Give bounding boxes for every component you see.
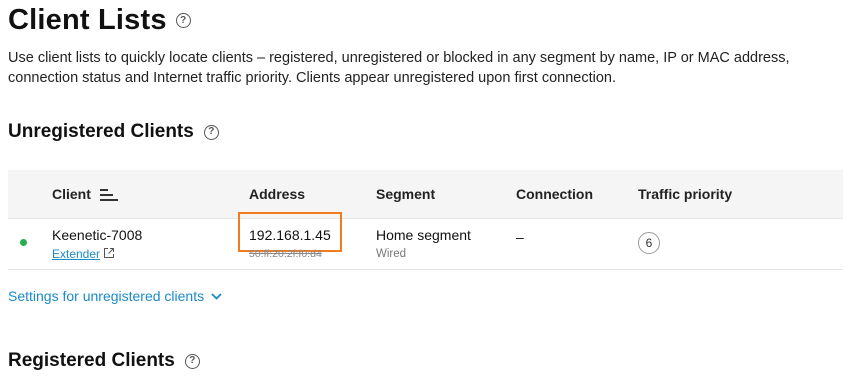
column-header-client[interactable]: Client: [52, 186, 91, 202]
unregistered-clients-table: Client Address Segment Connection Traffi…: [8, 170, 843, 270]
help-icon[interactable]: ?: [203, 124, 219, 140]
client-segment: Home segment: [376, 227, 471, 243]
registered-clients-heading: Registered Clients ?: [8, 350, 200, 372]
column-header-traffic-priority: Traffic priority: [638, 186, 733, 202]
online-status-dot: [20, 239, 27, 246]
client-connection: –: [516, 229, 524, 245]
client-mac-address: 50:ff:20:2f:f0:d4: [249, 248, 322, 260]
client-ip-address: 192.168.1.45: [249, 227, 331, 243]
chevron-down-icon[interactable]: [211, 292, 222, 300]
column-header-connection: Connection: [516, 186, 593, 202]
traffic-priority-badge[interactable]: 6: [638, 232, 660, 254]
registered-clients-title: Registered Clients: [8, 350, 175, 371]
page-title: Client Lists: [8, 4, 167, 36]
sort-icon[interactable]: [100, 189, 118, 201]
extender-link[interactable]: Extender: [52, 247, 100, 261]
external-link-icon[interactable]: [103, 247, 115, 259]
column-header-segment: Segment: [376, 186, 436, 202]
settings-link-label[interactable]: Settings for unregistered clients: [8, 288, 204, 304]
client-name[interactable]: Keenetic-7008: [52, 227, 142, 243]
page-header: Client Lists ?: [8, 4, 191, 37]
table-header: Client Address Segment Connection Traffi…: [8, 170, 843, 219]
help-icon[interactable]: ?: [184, 353, 200, 369]
unregistered-clients-title: Unregistered Clients: [8, 121, 194, 142]
page-description: Use client lists to quickly locate clien…: [8, 50, 790, 86]
unregistered-settings-link[interactable]: Settings for unregistered clients: [8, 288, 222, 304]
client-connection-type: Wired: [376, 248, 407, 260]
column-header-address: Address: [249, 186, 306, 202]
help-icon[interactable]: ?: [175, 13, 191, 28]
unregistered-clients-heading: Unregistered Clients ?: [8, 121, 219, 143]
